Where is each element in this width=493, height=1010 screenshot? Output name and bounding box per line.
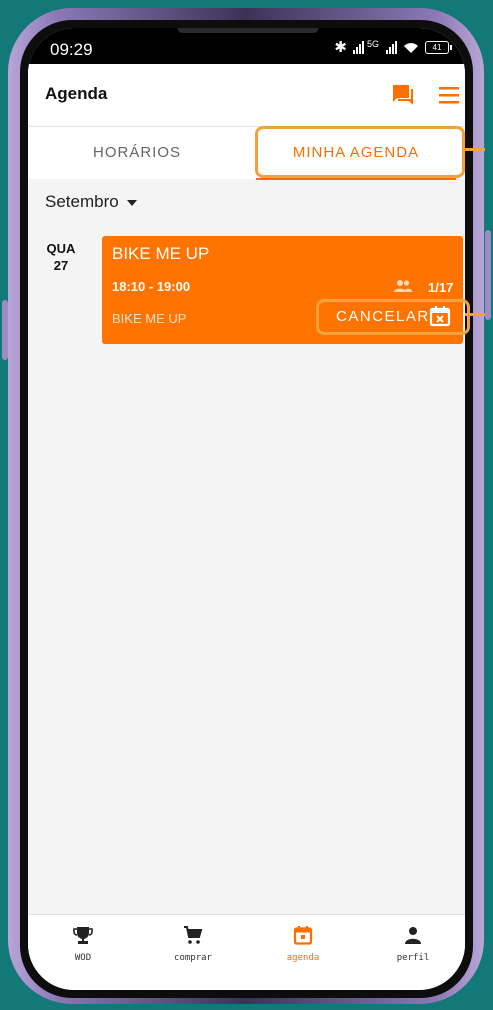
volume-button [2, 300, 8, 360]
nav-item-comprar[interactable]: comprar [138, 915, 248, 975]
nav-item-agenda[interactable]: agenda [248, 915, 358, 975]
event-weekday: QUA [46, 241, 76, 256]
occupancy-count: 1/17 [428, 280, 454, 295]
nav-label-perfil: perfil [396, 953, 430, 963]
status-time: 09:29 [50, 40, 93, 59]
status-icons: ✱ 5G 41 [334, 38, 452, 56]
bluetooth-icon: ✱ [334, 39, 347, 56]
active-tab-indicator [256, 178, 456, 180]
nav-label-agenda: agenda [286, 953, 320, 963]
menu-icon[interactable] [437, 84, 461, 106]
signal-icon [352, 41, 364, 54]
speaker [178, 28, 318, 33]
power-button [485, 230, 491, 320]
page-title: Agenda [45, 84, 108, 103]
highlight-cancel-pointer [465, 313, 485, 316]
nav-label-comprar: comprar [174, 953, 212, 963]
people-icon [394, 280, 412, 292]
network-type: 5G [366, 38, 379, 49]
nav-label-wod: WOD [74, 953, 92, 963]
trophy-icon [73, 927, 93, 944]
bottom-nav: WOD comprar agenda perfil [28, 914, 465, 990]
chevron-down-icon [126, 200, 137, 206]
cart-icon [184, 926, 203, 944]
nav-item-perfil[interactable]: perfil [358, 915, 465, 975]
event-date: QUA 27 [46, 240, 76, 274]
event-title: BIKE ME UP [112, 244, 210, 263]
event-day: 27 [53, 258, 69, 273]
status-bar: 09:29 ✱ 5G 41 [28, 28, 465, 64]
tab-horarios[interactable]: HORÁRIOS [28, 127, 246, 179]
person-icon [405, 927, 421, 944]
signal-icon-2 [386, 41, 397, 54]
calendar-icon [293, 926, 313, 945]
event-subtitle: BIKE ME UP [112, 311, 187, 326]
app-header: Agenda [28, 64, 465, 127]
highlight-tab-box [255, 126, 465, 178]
highlight-cancel-box [316, 299, 470, 335]
nav-item-wod[interactable]: WOD [28, 915, 138, 975]
battery-icon: 41 [425, 41, 452, 54]
wifi-icon [404, 42, 418, 53]
event-time: 18:10 - 19:00 [112, 279, 191, 294]
month-label: Setembro [45, 192, 119, 211]
highlight-tab-pointer [465, 148, 485, 151]
month-selector[interactable]: Setembro [45, 192, 137, 212]
chat-icon[interactable] [390, 82, 416, 108]
